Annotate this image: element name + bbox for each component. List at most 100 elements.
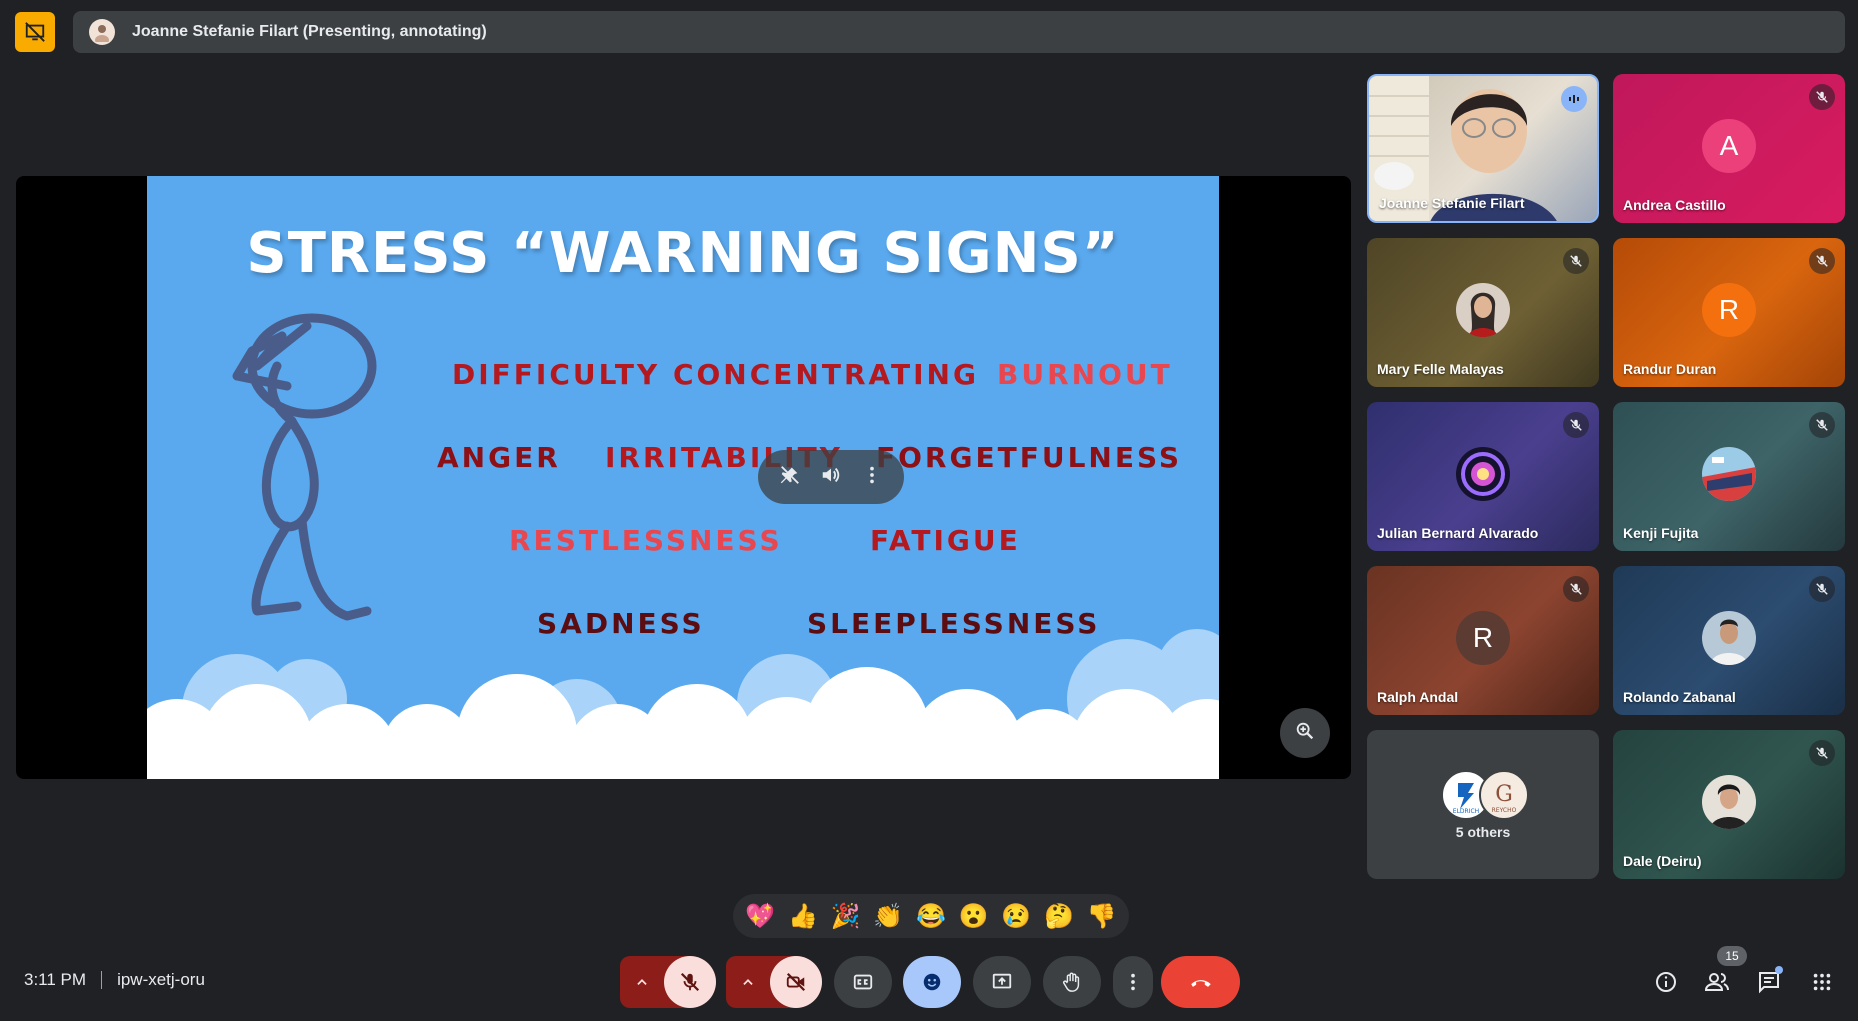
avatar <box>1702 446 1756 501</box>
mic-off-icon <box>1809 576 1835 602</box>
participant-tile-julian[interactable]: Julian Bernard Alvarado <box>1367 402 1599 551</box>
participant-name: Joanne Stefanie Filart <box>1379 195 1525 211</box>
avatar <box>1702 610 1756 665</box>
speaking-indicator-icon <box>1561 86 1587 112</box>
people-button[interactable] <box>1701 966 1733 998</box>
participant-tile-rolando[interactable]: Rolando Zabanal <box>1613 566 1845 715</box>
audio-options-button[interactable] <box>620 956 664 1008</box>
hang-up-icon <box>1190 980 1211 987</box>
mic-control-group <box>620 956 716 1008</box>
meeting-info: 3:11 PM ipw-xetj-oru <box>24 970 205 990</box>
volume-icon[interactable] <box>820 464 842 491</box>
mic-off-icon <box>1809 412 1835 438</box>
slide-title: STRESS “WARNING SIGNS” <box>246 221 1120 286</box>
svg-text:G: G <box>1495 782 1513 807</box>
reaction-sad[interactable]: 😢 <box>997 902 1035 931</box>
warning-word-3: ANGER <box>437 441 561 474</box>
avatar: R <box>1702 282 1756 337</box>
warning-word-7: FATIGUE <box>870 524 1021 557</box>
reaction-heart[interactable]: 💖 <box>741 902 779 931</box>
reaction-clap[interactable]: 👏 <box>869 902 907 931</box>
camera-toggle-button[interactable] <box>770 956 822 1008</box>
chevron-up-icon <box>743 979 753 985</box>
camera-off-icon <box>786 972 806 992</box>
reaction-thumbs-down[interactable]: 👎 <box>1083 902 1121 931</box>
reaction-thumbs-up[interactable]: 👍 <box>784 902 822 931</box>
more-vert-icon <box>1131 973 1135 991</box>
participant-name: Randur Duran <box>1623 361 1717 377</box>
clock-time: 3:11 PM <box>24 970 87 989</box>
unpin-icon[interactable] <box>779 464 801 491</box>
mic-off-icon <box>1563 412 1589 438</box>
warning-word-5: FORGETFULNESS <box>876 441 1183 474</box>
participant-tile-joanne[interactable]: Joanne Stefanie Filart <box>1367 74 1599 223</box>
pin-volume-controls <box>758 450 904 504</box>
zoom-in-button[interactable] <box>1280 708 1330 758</box>
microphone-toggle-button[interactable] <box>664 956 716 1008</box>
others-avatar-2: G REYCHO <box>1479 770 1529 820</box>
people-icon <box>1704 973 1729 991</box>
more-options-button[interactable] <box>1113 956 1153 1008</box>
reactions-button[interactable] <box>903 956 961 1008</box>
leave-call-button[interactable] <box>1161 956 1240 1008</box>
mic-off-icon <box>1809 84 1835 110</box>
reaction-thinking[interactable]: 🤔 <box>1040 902 1078 931</box>
meeting-code: ipw-xetj-oru <box>117 970 205 989</box>
participant-name: Julian Bernard Alvarado <box>1377 525 1539 541</box>
present-button[interactable] <box>973 956 1031 1008</box>
avatar <box>1702 774 1756 829</box>
participant-tile-dale[interactable]: Dale (Deiru) <box>1613 730 1845 879</box>
svg-text:REYCHO: REYCHO <box>1492 807 1517 814</box>
participant-tile-andrea[interactable]: A Andrea Castillo <box>1613 74 1845 223</box>
video-options-button[interactable] <box>726 956 770 1008</box>
apps-grid-icon <box>1813 973 1831 991</box>
participant-name: Ralph Andal <box>1377 689 1459 705</box>
participant-tile-randur[interactable]: R Randur Duran <box>1613 238 1845 387</box>
top-bar: Joanne Stefanie Filart (Presenting, anno… <box>0 0 1858 62</box>
people-count-badge: 15 <box>1717 946 1747 966</box>
reactions-bar: 💖 👍 🎉 👏 😂 😮 😢 🤔 👎 <box>733 894 1129 938</box>
participant-tile-mary[interactable]: Mary Felle Malayas <box>1367 238 1599 387</box>
warning-word-6: RESTLESSNESS <box>509 524 783 557</box>
participant-name: Mary Felle Malayas <box>1377 361 1504 377</box>
participant-name: Rolando Zabanal <box>1623 689 1736 705</box>
participant-name: Dale (Deiru) <box>1623 853 1702 869</box>
divider <box>101 971 103 989</box>
mic-off-icon <box>1563 248 1589 274</box>
avatar <box>1456 446 1510 501</box>
reaction-party-popper[interactable]: 🎉 <box>827 902 865 931</box>
hand-icon <box>1063 972 1080 992</box>
warning-word-1: DIFFICULTY CONCENTRATING <box>452 358 979 391</box>
more-options-icon[interactable] <box>861 464 883 491</box>
avatar: A <box>1702 118 1756 173</box>
chat-button[interactable] <box>1753 966 1785 998</box>
mic-off-icon <box>1809 740 1835 766</box>
unread-dot <box>1775 966 1783 974</box>
participant-tile-kenji[interactable]: Kenji Fujita <box>1613 402 1845 551</box>
participant-tile-others[interactable]: ELDRICH G REYCHO 5 others <box>1367 730 1599 879</box>
others-count-label: 5 others <box>1455 824 1511 840</box>
meeting-details-button[interactable] <box>1650 966 1682 998</box>
participant-tile-ralph[interactable]: R Ralph Andal <box>1367 566 1599 715</box>
mic-off-icon <box>1563 576 1589 602</box>
slide: STRESS “WARNING SIGNS” DIFFICULTY CONCEN… <box>147 176 1219 779</box>
avatar: R <box>1456 610 1510 665</box>
svg-text:ELDRICH: ELDRICH <box>1453 808 1479 815</box>
presentation-stage: STRESS “WARNING SIGNS” DIFFICULTY CONCEN… <box>16 176 1351 779</box>
reaction-laugh[interactable]: 😂 <box>912 902 950 931</box>
mic-off-icon <box>680 972 700 992</box>
presentation-off-icon[interactable] <box>15 12 55 52</box>
captions-button[interactable] <box>834 956 892 1008</box>
raise-hand-button[interactable] <box>1043 956 1101 1008</box>
warning-word-2: BURNOUT <box>997 358 1173 391</box>
clouds-illustration <box>147 629 1219 779</box>
presenter-text: Joanne Stefanie Filart (Presenting, anno… <box>132 23 487 40</box>
activities-button[interactable] <box>1806 966 1838 998</box>
camera-control-group <box>726 956 822 1008</box>
participant-name: Kenji Fujita <box>1623 525 1699 541</box>
present-screen-icon <box>992 973 1012 989</box>
participant-name: Andrea Castillo <box>1623 197 1726 213</box>
reaction-surprised[interactable]: 😮 <box>955 902 993 931</box>
captions-icon <box>853 974 873 990</box>
info-icon <box>1656 972 1676 992</box>
